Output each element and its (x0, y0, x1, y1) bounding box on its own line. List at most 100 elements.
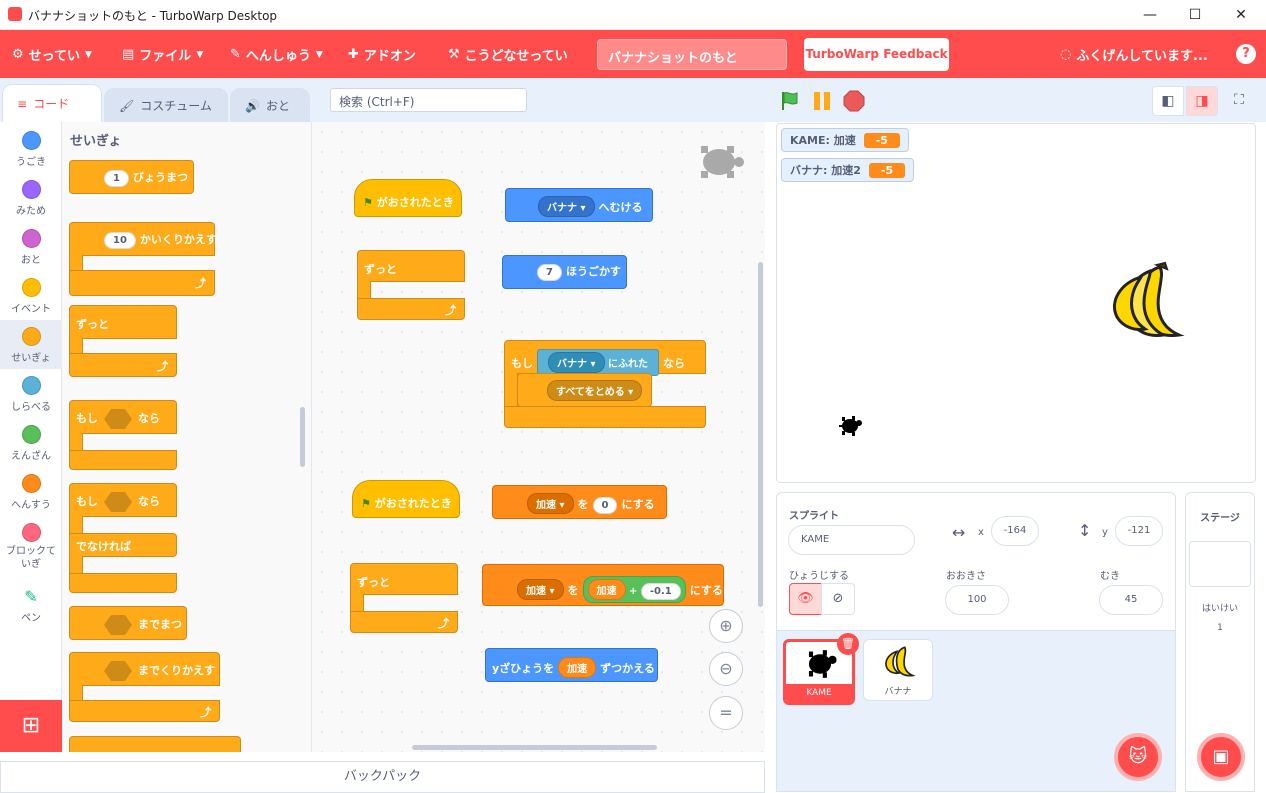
tab-sound[interactable]: 🔊 おと (230, 88, 310, 122)
wait-until-block[interactable]: までまつ (69, 606, 187, 640)
change-y-block[interactable]: yざひょうを 加速 ずつかえる (485, 648, 658, 682)
add-operator[interactable]: 加速 + -0.1 (582, 576, 686, 603)
category-label: みため (16, 206, 46, 217)
stage-thumbnail[interactable] (1189, 541, 1251, 587)
stop-option-dropdown[interactable]: すべてをとめる ▾ (547, 380, 643, 401)
fullscreen-icon[interactable]: ⛶ (1224, 86, 1254, 116)
show-sprite-icon[interactable]: 👁 (789, 583, 822, 615)
repeat-until-label: までくりかえす (138, 664, 215, 677)
point-towards-label: へむける (598, 201, 643, 214)
forever-block[interactable]: ずっと (69, 305, 177, 339)
x-input[interactable]: -164 (991, 516, 1039, 546)
if-touching-block[interactable]: もし バナナ ▾ にふれた なら (504, 340, 706, 376)
green-flag-icon[interactable] (779, 90, 801, 112)
if-block[interactable]: もし なら (69, 400, 177, 434)
maximize-icon[interactable]: ☐ (1185, 5, 1205, 25)
backpack[interactable]: バックパック (0, 761, 765, 793)
if-else-block[interactable]: もし なら (69, 483, 177, 517)
category-sound[interactable]: おと (0, 222, 62, 271)
category-operators[interactable]: えんざん (0, 418, 62, 467)
turtle-sprite[interactable] (837, 413, 863, 439)
stop-icon[interactable] (843, 90, 865, 112)
when-flag-clicked-block-2[interactable]: ⚑ がおされたとき (352, 480, 460, 518)
tab-code[interactable]: ≡ コード (2, 84, 102, 122)
when-flag-clicked-block[interactable]: ⚑ がおされたとき (354, 179, 462, 217)
wait-block[interactable]: 1 びょうまつ (69, 160, 194, 194)
add-backdrop-button[interactable]: ▣ (1197, 733, 1245, 781)
stage-selector[interactable]: ステージ はいけい 1 ▣ (1185, 492, 1255, 792)
category-events[interactable]: イベント (0, 271, 62, 320)
horizontal-scrollbar[interactable] (412, 745, 657, 750)
add-sprite-button[interactable]: 🐱 (1114, 733, 1162, 781)
category-control[interactable]: せいぎょ (0, 320, 62, 369)
minimize-icon[interactable]: — (1140, 5, 1160, 25)
zoom-out-icon[interactable]: ⊖ (709, 652, 743, 686)
variable-monitor[interactable]: バナナ: 加速2 -5 (781, 158, 915, 182)
variable-dropdown[interactable]: 加速 ▾ (517, 579, 564, 600)
delete-sprite-icon[interactable]: 🗑 (837, 633, 859, 655)
repeat-input[interactable]: 10 (104, 232, 136, 249)
close-icon[interactable]: ✕ (1231, 5, 1251, 25)
repeat-block[interactable]: 10 かいくりかえす (69, 222, 217, 256)
stage[interactable]: KAME: 加速 -5 バナナ: 加速2 -5 (776, 123, 1256, 483)
point-target-dropdown[interactable]: バナナ ▾ (538, 196, 595, 217)
tab-costume[interactable]: 🖌 コスチューム (104, 88, 228, 122)
edit-menu[interactable]: ✎ へんしゅう ▼ (230, 45, 323, 64)
size-input[interactable]: 100 (945, 585, 1009, 615)
category-pen[interactable]: ✎ ペン (0, 580, 62, 629)
banana-sprite[interactable] (1105, 259, 1187, 341)
variable-reporter[interactable]: 加速 (587, 579, 626, 600)
touching-condition[interactable]: バナナ ▾ にふれた (537, 349, 659, 376)
condition-slot[interactable] (104, 409, 132, 429)
variable-monitor[interactable]: KAME: 加速 -5 (781, 128, 909, 152)
normal-stage-icon[interactable]: ◨ (1186, 86, 1218, 116)
category-variables[interactable]: へんすう (0, 467, 62, 516)
settings-menu[interactable]: ⚙ せってい ▼ (12, 45, 92, 64)
add-value-input[interactable]: -0.1 (640, 583, 681, 600)
condition-slot[interactable] (104, 492, 132, 512)
else-arm (69, 556, 83, 574)
search-input[interactable]: 検索 (Ctrl+F) (330, 88, 527, 112)
condition-slot[interactable] (104, 661, 132, 681)
wait-input[interactable]: 1 (104, 170, 129, 187)
add-extension-button[interactable]: ⊞ (0, 700, 62, 752)
touching-target-dropdown[interactable]: バナナ ▾ (548, 352, 605, 373)
zoom-in-icon[interactable]: ⊕ (709, 609, 743, 643)
set-value-input[interactable]: 0 (592, 497, 618, 514)
vertical-scrollbar[interactable] (758, 262, 763, 607)
zoom-reset-icon[interactable]: = (709, 696, 743, 730)
set-variable-block[interactable]: 加速 ▾ を 0 にする (492, 485, 667, 519)
variable-reporter[interactable]: 加速 (558, 657, 597, 678)
sprite-name-input[interactable]: KAME (788, 525, 915, 555)
advanced-menu[interactable]: ⚒ こうどなせってい (448, 45, 568, 64)
small-stage-icon[interactable]: ◧ (1152, 86, 1184, 116)
palette-scrollbar[interactable] (300, 407, 305, 467)
forever-block[interactable]: ずっと (357, 250, 465, 282)
project-title-input[interactable]: バナナショットのもと (597, 39, 787, 70)
partial-block[interactable] (69, 736, 241, 752)
variable-dropdown[interactable]: 加速 ▾ (527, 493, 574, 514)
category-looks[interactable]: みため (0, 173, 62, 222)
category-myblocks[interactable]: ブロックていぎ (0, 516, 62, 576)
set-variable-expr-block[interactable]: 加速 ▾ を加速 + -0.1 にする (482, 564, 724, 606)
direction-input[interactable]: 45 (1099, 585, 1163, 615)
category-motion[interactable]: うごき (0, 124, 62, 173)
file-menu[interactable]: ▤ ファイル ▼ (122, 45, 203, 64)
script-area[interactable]: ⚑ がおされたとき ずっと ⤴ バナナ ▾ へむける 7 ほうごかす もし バナナ ▾… (312, 122, 765, 752)
move-steps-block[interactable]: 7 ほうごかす (502, 255, 627, 289)
sprite-thumb-banana[interactable]: バナナ (863, 639, 933, 701)
forever-foot: ⤴ (350, 611, 458, 633)
help-icon[interactable]: ? (1236, 44, 1256, 64)
pause-icon[interactable] (811, 90, 833, 112)
forever-block-2[interactable]: ずっと (350, 563, 458, 595)
stop-all-block[interactable]: すべてをとめる ▾ (517, 373, 652, 407)
condition-slot[interactable] (104, 615, 132, 635)
move-steps-input[interactable]: 7 (537, 264, 562, 281)
category-sensing[interactable]: しらべる (0, 369, 62, 418)
y-input[interactable]: -121 (1115, 516, 1163, 546)
feedback-button[interactable]: TurboWarp Feedback (804, 38, 949, 71)
hide-sprite-icon[interactable]: ⊘ (821, 583, 855, 615)
point-towards-block[interactable]: バナナ ▾ へむける (505, 188, 653, 222)
repeat-until-block[interactable]: までくりかえす (69, 652, 220, 686)
addons-menu[interactable]: ✚ アドオン (348, 45, 416, 64)
